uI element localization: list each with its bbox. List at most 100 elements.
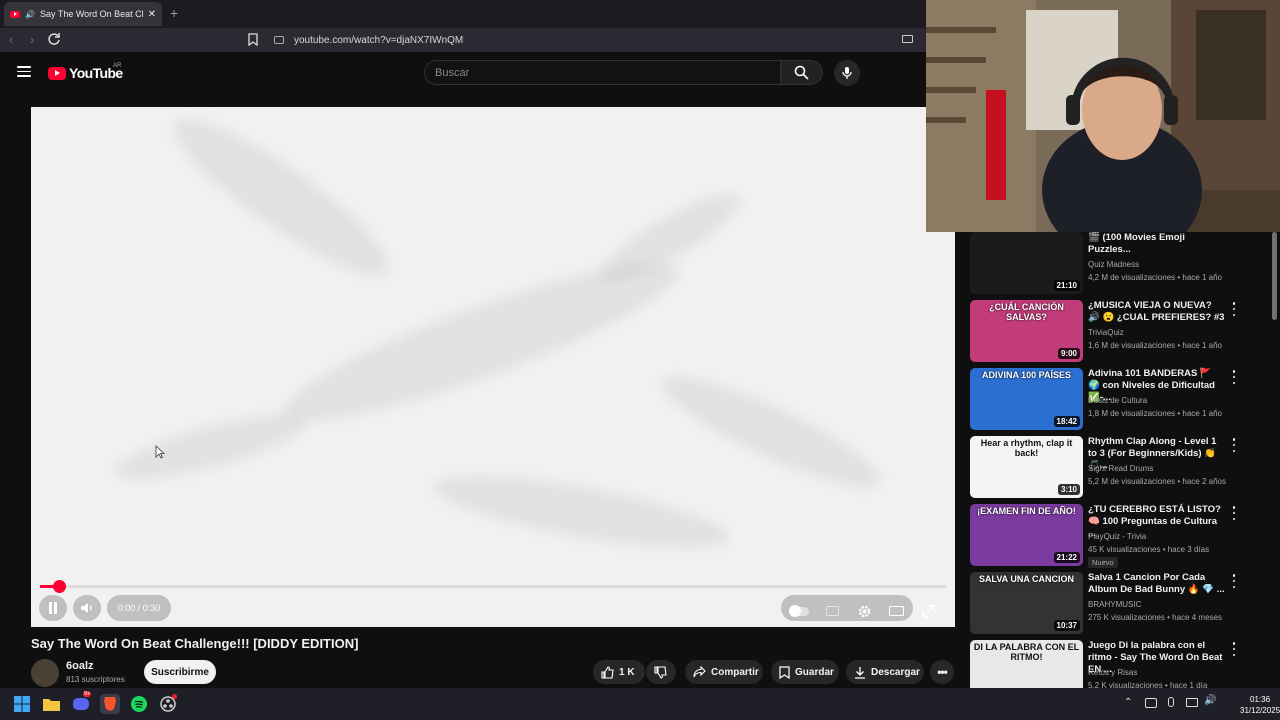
recommendation-item[interactable]: ¿CUÁL CANCIÓN SALVAS? 9:00 ¿MUSICA VIEJA O… [970,300,1270,362]
more-options-icon[interactable] [1232,438,1236,452]
windows-start-icon[interactable] [12,694,32,714]
recommendation-meta: 1,6 M de visualizaciones • hace 1 año [1088,341,1222,350]
volume-icon [81,603,92,613]
chevron-up-icon[interactable]: ⌃ [1124,697,1132,708]
autoplay-toggle-icon[interactable] [788,600,810,622]
sidebar-scrollbar[interactable] [1272,232,1277,320]
monitor-tray-icon[interactable] [1186,698,1198,707]
more-options-icon[interactable] [1232,574,1236,588]
search-button[interactable] [781,60,823,85]
subtitles-icon[interactable] [821,600,843,622]
youtube-favicon-icon [10,10,20,18]
recommendation-meta: 4,2 M de visualizaciones • hace 1 año [1088,273,1222,282]
file-explorer-icon[interactable] [41,694,61,714]
forward-icon[interactable]: › [30,32,34,47]
channel-name[interactable]: 6oalz [66,660,94,672]
recommendation-item[interactable]: DI LA PALABRA CON EL RITMO!1:40Juego Di … [970,640,1270,688]
recommendation-channel[interactable]: Sight Read Drums [1088,464,1153,473]
search-input[interactable]: Buscar [424,60,781,85]
more-options-icon[interactable] [1232,302,1236,316]
recommendation-title[interactable]: ¿MUSICA VIEJA O NUEVA? 🔊 😮 ¿CUAL PREFIER… [1088,300,1226,324]
url-text: youtube.com/watch?v=djaNX7IWnQM [294,34,464,46]
youtube-logo[interactable]: YouTube [48,65,123,81]
recommendation-channel[interactable]: Dosis de Cultura [1088,396,1147,405]
recommendation-item[interactable]: ¡EXAMEN FIN DE AÑO! 21:22 ¿TU CEREBRO ESTÁ… [970,504,1270,568]
settings-gear-icon[interactable] [853,600,875,622]
recommendation-channel[interactable]: BRAHYMUSIC [1088,600,1141,609]
search-icon [794,65,809,80]
recommendation-title[interactable]: 🎬 (100 Movies Emoji Puzzles... [1088,232,1226,256]
youtube-header: YouTube AR Buscar [0,52,926,92]
video-frame-texture [651,358,891,506]
more-options-icon[interactable] [1232,506,1236,520]
recommendation-item[interactable]: ADIVINA 100 PAÍSES 18:42 Adivina 101 BANDE… [970,368,1270,430]
recording-indicator-icon [172,694,177,699]
webcam-feed-image [926,0,1280,232]
recommendation-channel[interactable]: PlayQuiz - Trivia [1088,532,1146,541]
progress-track[interactable] [40,585,946,588]
more-options-icon[interactable] [1232,642,1236,656]
recommendation-thumbnail[interactable]: DI LA PALABRA CON EL RITMO!1:40 [970,640,1083,688]
browser-tab-bar: 🔊 Say The Word On Beat Challe ✕ + [0,0,926,28]
recommendation-thumbnail[interactable]: 21:10 [970,232,1083,294]
bookmark-icon[interactable] [248,33,258,51]
download-button[interactable]: Descargar [846,660,924,684]
channel-avatar[interactable] [31,659,59,687]
recommendation-channel[interactable]: Retos y Risas [1088,668,1137,677]
video-duration: 21:10 [1053,280,1080,291]
recommendation-channel[interactable]: TriviaQuiz [1088,328,1124,337]
video-title: Say The Word On Beat Challenge!!! [DIDDY… [31,636,359,651]
recommendation-thumbnail[interactable]: ¿CUÁL CANCIÓN SALVAS? 9:00 [970,300,1083,362]
more-actions-button[interactable]: ••• [930,660,954,684]
speaker-tray-icon[interactable]: 🔊 [1204,695,1216,706]
video-duration: 10:37 [1053,620,1080,631]
like-button[interactable]: 1 K [593,660,645,684]
recommendation-channel[interactable]: Quiz Madness [1088,260,1139,269]
download-icon [855,666,865,679]
recommendation-thumbnail[interactable]: ¡EXAMEN FIN DE AÑO! 21:22 [970,504,1083,566]
recommendation-title[interactable]: Salva 1 Cancion Por Cada Album De Bad Bu… [1088,572,1226,596]
new-tab-button[interactable]: + [170,5,178,21]
subscribe-button[interactable]: Suscribirme [144,660,216,684]
back-icon[interactable]: ‹ [9,32,13,47]
save-label: Guardar [795,666,834,678]
theater-mode-icon[interactable] [885,600,907,622]
recommendation-thumbnail[interactable]: ADIVINA 100 PAÍSES 18:42 [970,368,1083,430]
thumbnail-text: ADIVINA 100 PAÍSES [981,370,1072,380]
progress-scrubber[interactable] [53,580,66,593]
pause-button[interactable] [39,595,67,621]
video-player[interactable]: 0:00 / 0:30 [31,107,955,627]
more-options-icon[interactable] [1232,370,1236,384]
share-label: Compartir [711,666,759,678]
discord-icon[interactable]: 9+ [71,691,92,714]
menu-icon[interactable] [17,66,31,77]
tab-title: Say The Word On Beat Challe [39,9,143,19]
picture-in-picture-icon[interactable] [902,35,913,43]
site-info-icon[interactable] [274,36,284,44]
thumbnail-text: ¡EXAMEN FIN DE AÑO! [977,506,1076,516]
speaker-icon: 🔊 [25,9,35,19]
recommendation-item[interactable]: SALVA UNA CANCION 10:37 Salva 1 Cancion Po… [970,572,1270,634]
spotify-icon[interactable] [129,694,149,714]
fullscreen-icon[interactable] [917,600,939,622]
obs-studio-icon[interactable] [158,694,178,714]
dislike-button[interactable] [646,660,676,684]
tab-close-icon[interactable]: ✕ [148,9,156,20]
recommendation-meta: 275 K visualizaciones • hace 4 meses [1088,613,1222,622]
microphone-tray-icon[interactable] [1168,697,1174,707]
recommendation-thumbnail[interactable]: Hear a rhythm, clap it back! 3:10 [970,436,1083,498]
network-icon[interactable] [1145,698,1157,708]
save-button[interactable]: Guardar [771,660,839,684]
share-button[interactable]: Compartir [685,660,763,684]
volume-button[interactable] [73,595,101,621]
recommendation-item[interactable]: Hear a rhythm, clap it back! 3:10 Rhythm C… [970,436,1270,498]
url-field[interactable]: youtube.com/watch?v=djaNX7IWnQM [266,30,911,50]
brave-browser-icon[interactable] [100,694,120,714]
reload-icon[interactable] [47,32,61,51]
clock[interactable]: 01:36 31/12/2025 [1240,694,1280,716]
browser-tab[interactable]: 🔊 Say The Word On Beat Challe ✕ [4,2,162,26]
clock-time: 01:36 [1250,695,1271,704]
recommendation-item[interactable]: 21:10 🎬 (100 Movies Emoji Puzzles... Quiz … [970,232,1270,294]
voice-search-button[interactable] [834,60,860,86]
recommendation-thumbnail[interactable]: SALVA UNA CANCION 10:37 [970,572,1083,634]
